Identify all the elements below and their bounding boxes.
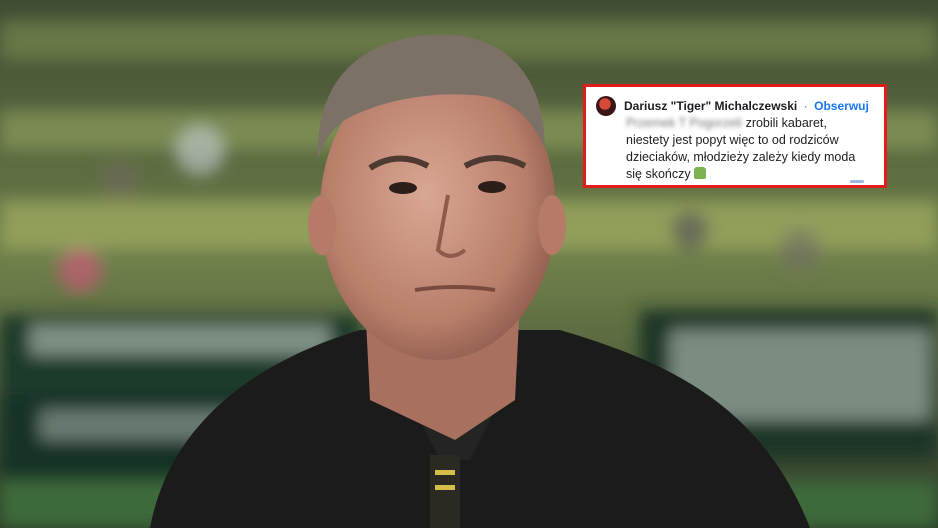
separator-dot: · xyxy=(803,99,808,113)
comment-header: Dariusz "Tiger" Michalczewski · Obserwuj xyxy=(596,95,874,117)
comment-line-2: niestety jest popyt więc to od rodziców xyxy=(626,133,839,147)
comment-line-3: dzieciaków, młodzieży zależy kiedy moda xyxy=(626,150,856,164)
comment-line-4: się skończy xyxy=(626,167,691,181)
reaction-indicator[interactable] xyxy=(850,180,864,183)
comment-text: Przemek T Pogorzeli zrobili kabaret, nies… xyxy=(626,115,874,183)
comment-author[interactable]: Dariusz "Tiger" Michalczewski xyxy=(624,99,797,113)
follow-link[interactable]: Obserwuj xyxy=(814,99,869,113)
blurred-username: Przemek T Pogorzeli xyxy=(626,116,742,130)
avatar[interactable] xyxy=(596,96,616,116)
man-shrugging-icon xyxy=(693,167,706,179)
comment-line-1: zrobili kabaret, xyxy=(745,116,827,130)
highlighted-comment: Dariusz "Tiger" Michalczewski · Obserwuj… xyxy=(583,84,887,188)
background-photo xyxy=(0,0,938,528)
